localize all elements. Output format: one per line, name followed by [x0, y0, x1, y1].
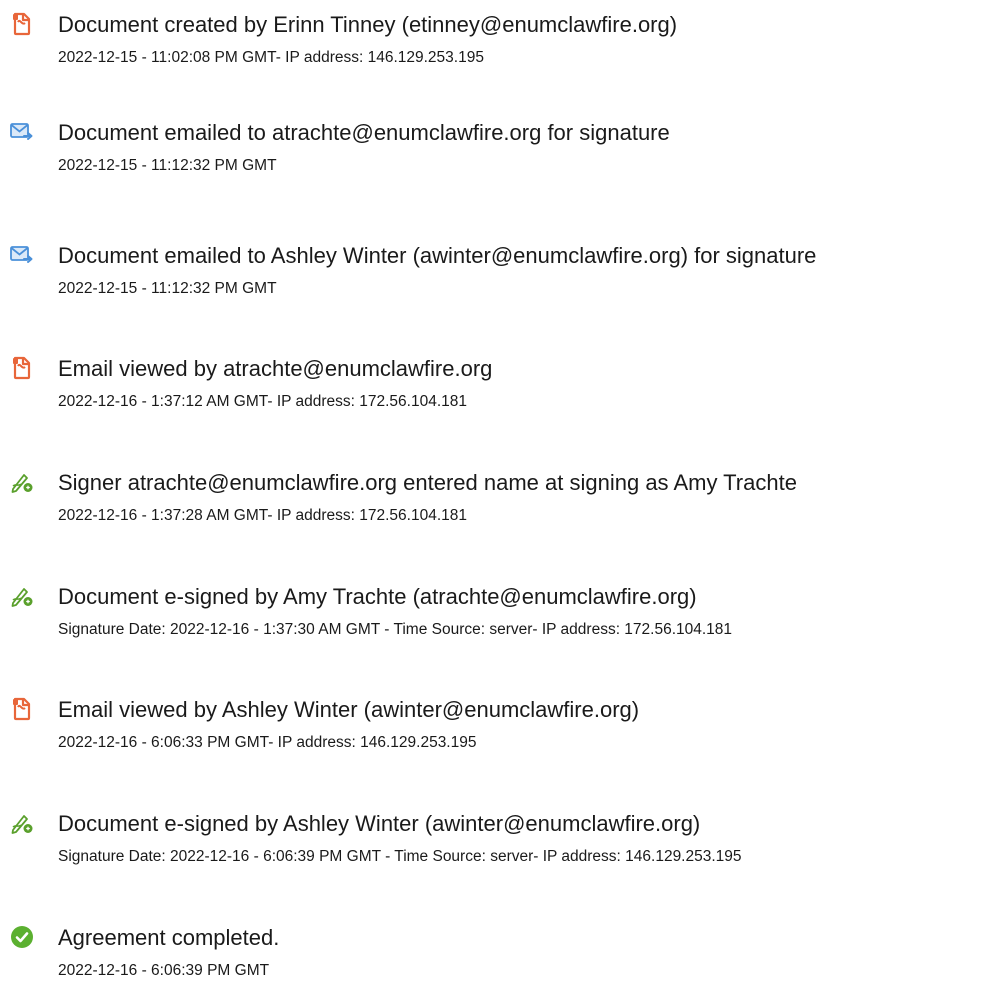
event-detail: 2022-12-15 - 11:02:08 PM GMT- IP address…	[58, 49, 484, 66]
event-title: Document created by Erinn Tinney (etinne…	[58, 12, 678, 37]
event-title: Document e-signed by Amy Trachte (atrach…	[58, 584, 697, 609]
event-title: Document e-signed by Ashley Winter (awin…	[58, 811, 701, 836]
event-title: Document emailed to atrachte@enumclawfir…	[58, 120, 670, 145]
event-detail: Signature Date: 2022-12-16 - 1:37:30 AM …	[58, 621, 733, 638]
event-detail: 2022-12-15 - 11:12:32 PM GMT	[58, 157, 277, 174]
signature-pen-icon	[10, 470, 34, 494]
event-detail: 2022-12-16 - 6:06:39 PM GMT	[58, 962, 270, 979]
document-viewed-icon	[10, 697, 34, 721]
event-detail: Signature Date: 2022-12-16 - 6:06:39 PM …	[58, 848, 742, 865]
event-detail: 2022-12-16 - 6:06:33 PM GMT- IP address:…	[58, 734, 477, 751]
document-viewed-icon	[10, 356, 34, 380]
event-title: Signer atrachte@enumclawfire.org entered…	[58, 470, 797, 495]
event-title: Email viewed by atrachte@enumclawfire.or…	[58, 356, 493, 381]
event-title: Document emailed to Ashley Winter (awint…	[58, 243, 817, 268]
event-detail: 2022-12-15 - 11:12:32 PM GMT	[58, 280, 277, 297]
check-circle-icon	[10, 925, 34, 949]
signature-pen-icon	[10, 811, 34, 835]
signature-pen-icon	[10, 584, 34, 608]
email-sent-icon	[10, 243, 34, 267]
document-created-icon	[10, 12, 34, 36]
email-sent-icon	[10, 120, 34, 144]
event-detail: 2022-12-16 - 1:37:12 AM GMT- IP address:…	[58, 393, 468, 410]
event-title: Email viewed by Ashley Winter (awinter@e…	[58, 697, 640, 722]
event-detail: 2022-12-16 - 1:37:28 AM GMT- IP address:…	[58, 507, 468, 524]
event-title: Agreement completed.	[58, 925, 280, 950]
